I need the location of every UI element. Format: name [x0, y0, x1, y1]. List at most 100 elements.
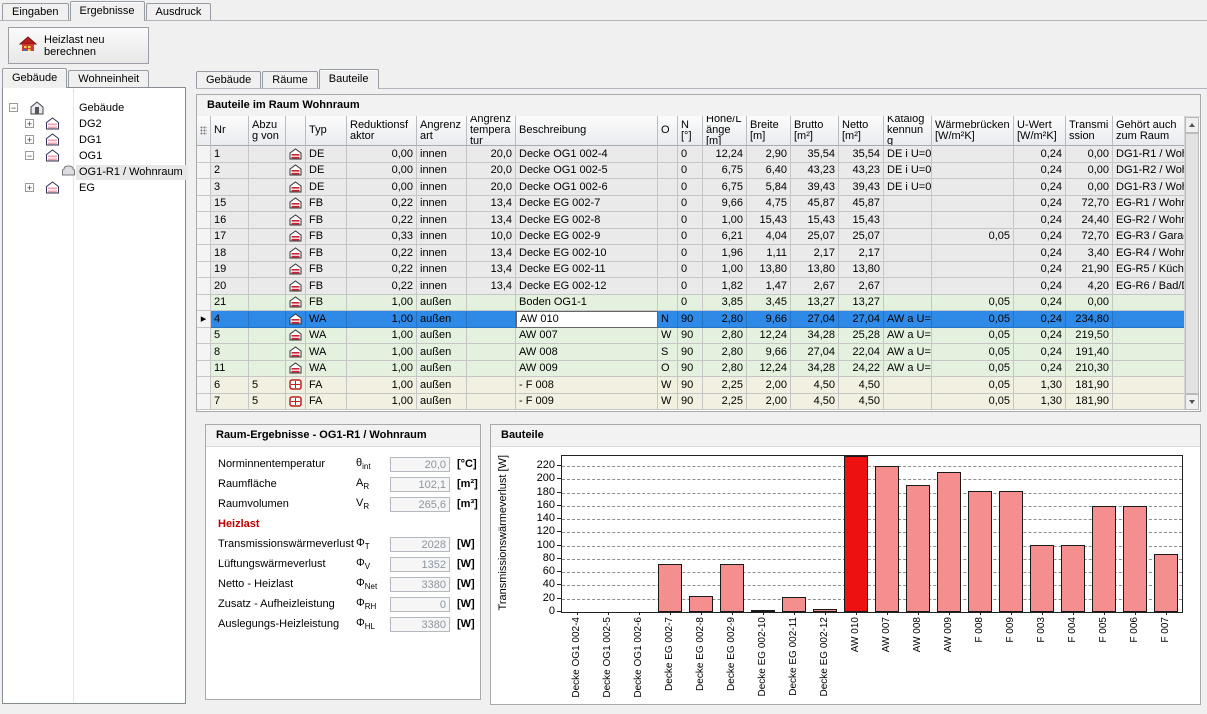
result-symbol: ΦT: [356, 537, 370, 551]
x-axis-label: F 004: [1057, 617, 1088, 705]
wall-icon: [286, 311, 306, 328]
cell-u-wert-w-m-k: 0,24: [1014, 328, 1066, 345]
result-value-field: 2028: [390, 537, 450, 552]
table-row[interactable]: 3DE0,00innen20,0Decke OG1 002-606,755,84…: [197, 179, 1185, 196]
table-row[interactable]: 2DE0,00innen20,0Decke OG1 002-506,756,40…: [197, 163, 1185, 180]
cell-angrenztemperatur: [467, 361, 516, 378]
cell-abzug-von: [249, 328, 286, 345]
cell-abzug-von: [249, 278, 286, 295]
x-axis-label: Decke EG 002-10: [747, 617, 778, 705]
left-tab-wohneinheit[interactable]: Wohneinheit: [68, 70, 149, 87]
expand-icon[interactable]: +: [25, 135, 34, 144]
cell-breite-m: 3,45: [747, 295, 791, 312]
table-row[interactable]: 11WA1,00außenAW 009O902,8012,2434,2824,2…: [197, 361, 1185, 378]
cell-netto-m: 4,50: [839, 377, 884, 394]
table-row[interactable]: 17FB0,33innen10,0Decke EG 002-906,214,04…: [197, 229, 1185, 246]
cell-gehört-auch-zum-raum: [1113, 311, 1185, 328]
cell-netto-m: 13,27: [839, 295, 884, 312]
cell-gehört-auch-zum-raum: EG-R3 / Garage: [1113, 229, 1185, 246]
column-header-icon: [286, 116, 306, 146]
description-edit-cell[interactable]: AW 010: [516, 311, 658, 328]
floor-icon: [45, 181, 61, 195]
x-tick-mark: [825, 612, 826, 615]
result-symbol: VR: [356, 497, 369, 511]
scrollbar-thumb[interactable]: [1185, 133, 1199, 394]
cell-u-wert-w-m-k: 0,24: [1014, 278, 1066, 295]
table-row[interactable]: 8WA1,00außenAW 008S902,809,6627,0422,04A…: [197, 344, 1185, 361]
left-tab-gebäude[interactable]: Gebäude: [2, 68, 67, 88]
cell-angrenzart: innen: [417, 163, 467, 180]
cell-katalogkennung: DE i U=0,2: [884, 179, 932, 196]
cell-wärmebrücken-w-m-k: 0,05: [932, 328, 1014, 345]
chart-gridline: [562, 532, 1182, 533]
heizlast-heading: Heizlast: [218, 518, 260, 530]
y-tick-label: 180: [525, 486, 555, 498]
table-row[interactable]: 16FB0,22innen13,4Decke EG 002-801,0015,4…: [197, 212, 1185, 229]
tab-eingaben[interactable]: Eingaben: [2, 3, 69, 20]
tree-item-og1[interactable]: −OG1: [3, 148, 185, 164]
tab-ausdruck[interactable]: Ausdruck: [146, 3, 212, 20]
tree-item-dg2[interactable]: +DG2: [3, 116, 185, 132]
table-row[interactable]: 19FB0,22innen13,4Decke EG 002-1101,0013,…: [197, 262, 1185, 279]
cell-typ: FB: [306, 262, 347, 279]
cell-reduktionsfaktor: 0,00: [347, 163, 417, 180]
expand-icon[interactable]: +: [25, 183, 34, 192]
table-row[interactable]: 75FA1,00außen - F 009W902,252,004,504,50…: [197, 394, 1185, 411]
vertical-scrollbar[interactable]: [1184, 117, 1199, 410]
cell-u-wert-w-m-k: 0,24: [1014, 146, 1066, 163]
tab-ergebnisse[interactable]: Ergebnisse: [70, 1, 145, 21]
tree-item-gebäude[interactable]: −Gebäude: [3, 100, 185, 116]
cell-nr: 4: [211, 311, 249, 328]
right-tab-bauteile[interactable]: Bauteile: [319, 69, 379, 89]
collapse-icon[interactable]: −: [25, 151, 34, 160]
cell-höhe-länge-m: 2,80: [703, 344, 747, 361]
x-axis-label: AW 008: [902, 617, 933, 705]
recalculate-heating-load-button[interactable]: Heizlast neu berechnen: [8, 27, 149, 64]
table-row[interactable]: 20FB0,22innen13,4Decke EG 002-1201,821,4…: [197, 278, 1185, 295]
cell-transmission: 234,80: [1066, 311, 1113, 328]
cell-breite-m: 5,84: [747, 179, 791, 196]
room-results-title: Raum-Ergebnisse - OG1-R1 / Wohnraum: [206, 425, 480, 447]
left-tabstrip: GebäudeWohneinheit: [2, 68, 150, 87]
right-tabstrip: GebäudeRäumeBauteile: [196, 69, 380, 88]
tree-item-eg[interactable]: +EG: [3, 180, 185, 196]
result-value-field: 1352: [390, 557, 450, 572]
collapse-icon[interactable]: −: [9, 103, 18, 112]
cell-wärmebrücken-w-m-k: [932, 146, 1014, 163]
y-tick-label: 20: [525, 592, 555, 604]
cell-reduktionsfaktor: 0,00: [347, 179, 417, 196]
cell-brutto-m: 13,80: [791, 262, 839, 279]
scroll-up-button[interactable]: [1185, 117, 1199, 133]
row-marker: [197, 245, 211, 262]
chart-bar-aw-010: [844, 456, 868, 612]
cell-netto-m: 27,04: [839, 311, 884, 328]
chart-gridline: [562, 519, 1182, 520]
table-row[interactable]: 15FB0,22innen13,4Decke EG 002-709,664,75…: [197, 196, 1185, 213]
column-header-nr: Nr: [211, 116, 249, 146]
table-row[interactable]: 5WA1,00außenAW 007W902,8012,2434,2825,28…: [197, 328, 1185, 345]
scroll-down-button[interactable]: [1185, 394, 1199, 410]
table-row[interactable]: ▸4WA1,00außenAW 010N902,809,6627,0427,04…: [197, 311, 1185, 328]
right-tab-gebäude[interactable]: Gebäude: [196, 71, 261, 88]
table-row[interactable]: 18FB0,22innen13,4Decke EG 002-1001,961,1…: [197, 245, 1185, 262]
building-tree-panel: −Gebäude+DG2+DG1−OG1OG1-R1 / Wohnraum+EG: [2, 87, 186, 704]
top-tab-divider: [0, 20, 1207, 21]
cell-angrenztemperatur: [467, 295, 516, 312]
cell-höhe-länge-m: 6,75: [703, 163, 747, 180]
cell-reduktionsfaktor: 1,00: [347, 328, 417, 345]
cell-o: S: [658, 344, 678, 361]
chart-gridline: [562, 466, 1182, 467]
tree-item-og1-r1-wohnraum[interactable]: OG1-R1 / Wohnraum: [3, 164, 185, 180]
cell-angrenztemperatur: [467, 377, 516, 394]
cell-gehört-auch-zum-raum: EG-R6 / Bad/Dusc: [1113, 278, 1185, 295]
table-row[interactable]: 65FA1,00außen - F 008W902,252,004,504,50…: [197, 377, 1185, 394]
expand-icon[interactable]: +: [25, 119, 34, 128]
cell-wärmebrücken-w-m-k: 0,05: [932, 311, 1014, 328]
grid-header-row: NrAbzug vonTypReduktionsfaktorAngrenzart…: [197, 116, 1185, 146]
cell-u-wert-w-m-k: 0,24: [1014, 163, 1066, 180]
table-row[interactable]: 1DE0,00innen20,0Decke OG1 002-4012,242,9…: [197, 146, 1185, 163]
tree-item-dg1[interactable]: +DG1: [3, 132, 185, 148]
cell-typ: FB: [306, 229, 347, 246]
table-row[interactable]: 21FB1,00außenBoden OG1-103,853,4513,2713…: [197, 295, 1185, 312]
right-tab-räume[interactable]: Räume: [262, 71, 317, 88]
